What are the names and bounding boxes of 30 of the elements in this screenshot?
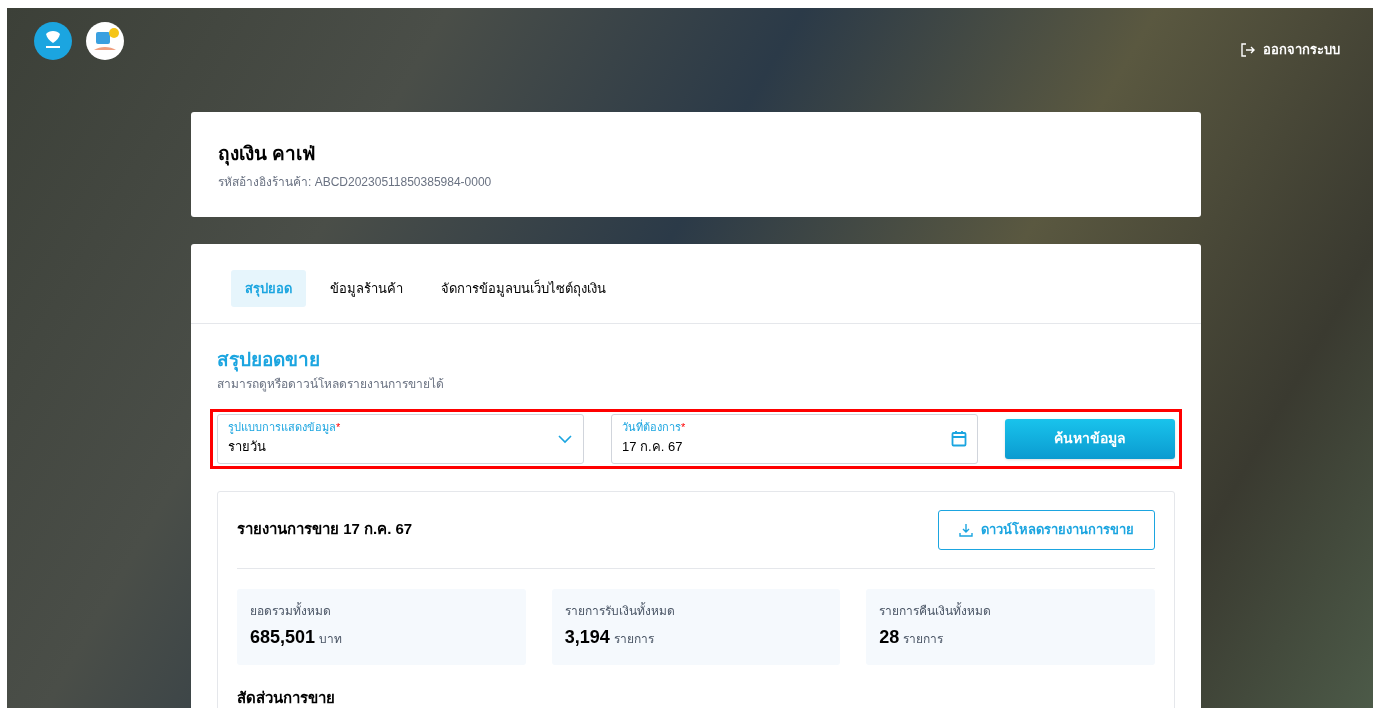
chevron-down-icon <box>557 433 573 444</box>
section-subtitle: สามารถดูหรือดาวน์โหลดรายงานการขายได้ <box>217 375 445 393</box>
tab[interactable]: จัดการข้อมูลบนเว็บไซต์ถุงเงิน <box>427 270 620 307</box>
stat-label: ยอดรวมทั้งหมด <box>250 601 332 620</box>
field-value: รายวัน <box>228 437 267 456</box>
tab[interactable]: ข้อมูลร้านค้า <box>316 270 417 307</box>
logout-button[interactable]: ออกจากระบบ <box>1241 40 1340 60</box>
store-name: ถุงเงิน คาเฟ่ <box>218 142 317 168</box>
app-logo-icon <box>86 22 124 60</box>
field-label: รูปแบบการแสดงข้อมูล* <box>228 420 341 435</box>
download-icon <box>959 522 973 537</box>
date-field[interactable]: วันที่ต้องการ* 17 ก.ค. 67 <box>611 413 978 464</box>
logout-icon <box>1241 42 1255 57</box>
stat-unit: รายการ <box>613 630 654 648</box>
stat-label: รายการรับเงินทั้งหมด <box>564 601 676 620</box>
store-reference: รหัสอ้างอิงร้านค้า: ABCD20230511850385984-0000 <box>218 173 493 191</box>
stat-value: 28 <box>879 625 900 649</box>
breakdown-title: สัดส่วนการขาย <box>237 687 336 708</box>
section-title: สรุปยอดขาย <box>217 348 321 374</box>
stat-value: 685,501 <box>250 625 316 649</box>
field-value: 17 ก.ค. 67 <box>622 437 684 456</box>
dropdown-field[interactable]: รูปแบบการแสดงข้อมูล* รายวัน <box>217 413 584 464</box>
field-label: วันที่ต้องการ* <box>622 420 686 435</box>
stat-value: 3,194 <box>564 625 610 649</box>
stat-label: รายการคืนเงินทั้งหมด <box>879 601 993 620</box>
stat-unit: รายการ <box>903 630 944 648</box>
report-title: รายงานการขาย 17 ก.ค. 67 <box>237 519 413 540</box>
bank-logo-icon <box>34 22 72 60</box>
calendar-icon <box>951 430 967 447</box>
stat-unit: บาท <box>319 630 343 648</box>
